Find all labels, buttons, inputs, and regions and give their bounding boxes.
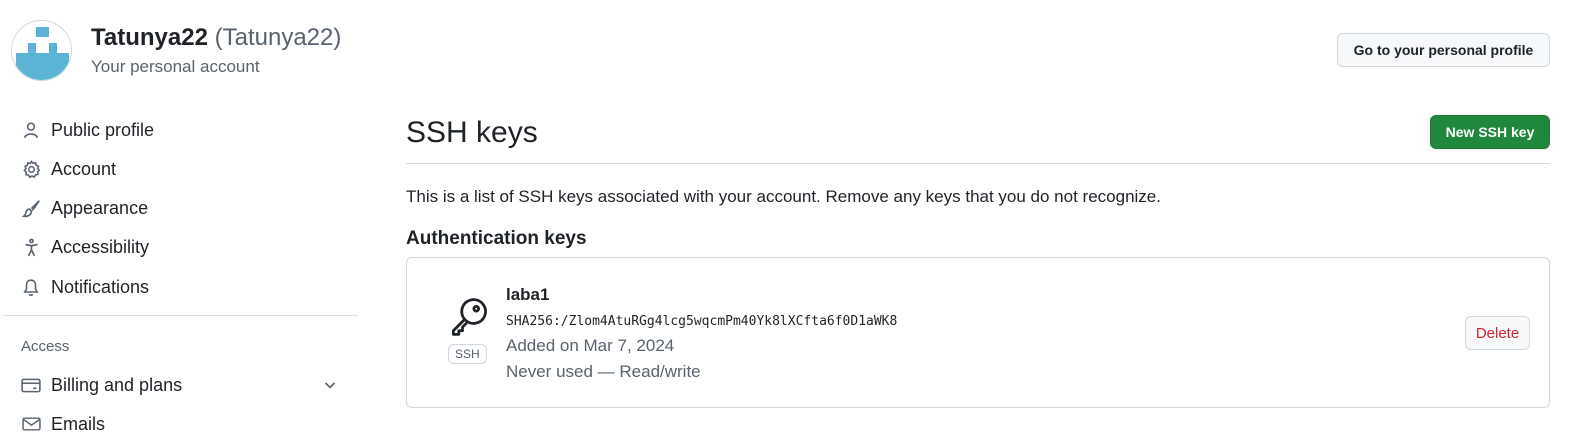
delete-key-button[interactable]: Delete [1465,316,1530,350]
ssh-type-badge: SSH [448,344,487,364]
account-display-name: Tatunya22 [91,24,208,51]
sidebar-item-label: Emails [51,413,106,432]
sidebar-item-label: Notifications [51,276,150,297]
credit-card-icon [20,374,42,396]
key-title: laba1 [506,285,550,304]
title-divider [406,163,1550,164]
chevron-down-icon[interactable] [322,377,338,398]
sidebar-section-access: Access [21,338,70,355]
mail-icon [20,413,42,432]
account-subtitle: Your personal account [91,57,260,76]
sidebar-item-label: Accessibility [51,236,150,257]
key-usage: Never used — Read/write [506,362,701,381]
paintbrush-icon [20,197,42,219]
sidebar-item-appearance[interactable]: Appearance [20,192,350,224]
sidebar-divider [3,315,358,316]
sidebar-item-public-profile[interactable]: Public profile [20,114,350,146]
account-login: (Tatunya22) [214,24,342,51]
sidebar-item-label: Public profile [51,119,155,140]
bell-icon [20,276,42,298]
gear-icon [20,158,42,180]
sidebar-item-account[interactable]: Account [20,153,350,185]
section-title: Authentication keys [406,228,587,249]
accessibility-icon [20,236,42,258]
key-fingerprint: SHA256:/Zlom4AtuRGg4lcg5wqcmPm40Yk8lXCft… [506,314,898,329]
sidebar-item-label: Account [51,158,117,179]
person-icon [20,119,42,141]
sidebar-item-notifications[interactable]: Notifications [20,271,350,303]
intro-text: This is a list of SSH keys associated wi… [406,187,1161,206]
ssh-key-item: SSH laba1 SHA256:/Zlom4AtuRGg4lcg5wqcmPm… [406,257,1550,408]
new-ssh-key-button[interactable]: New SSH key [1430,115,1550,149]
go-to-profile-button[interactable]: Go to your personal profile [1337,33,1550,67]
account-name: Tatunya22 (Tatunya22) [91,24,341,52]
sidebar-item-emails[interactable]: Emails [20,408,350,432]
sidebar-item-billing[interactable]: Billing and plans [20,369,350,401]
sidebar-item-label: Appearance [51,197,149,218]
avatar [11,20,72,81]
page-title: SSH keys [406,116,538,149]
sidebar-item-label: Billing and plans [51,374,183,395]
sidebar-item-accessibility[interactable]: Accessibility [20,231,350,263]
key-added-date: Added on Mar 7, 2024 [506,336,675,355]
key-icon [446,295,490,344]
